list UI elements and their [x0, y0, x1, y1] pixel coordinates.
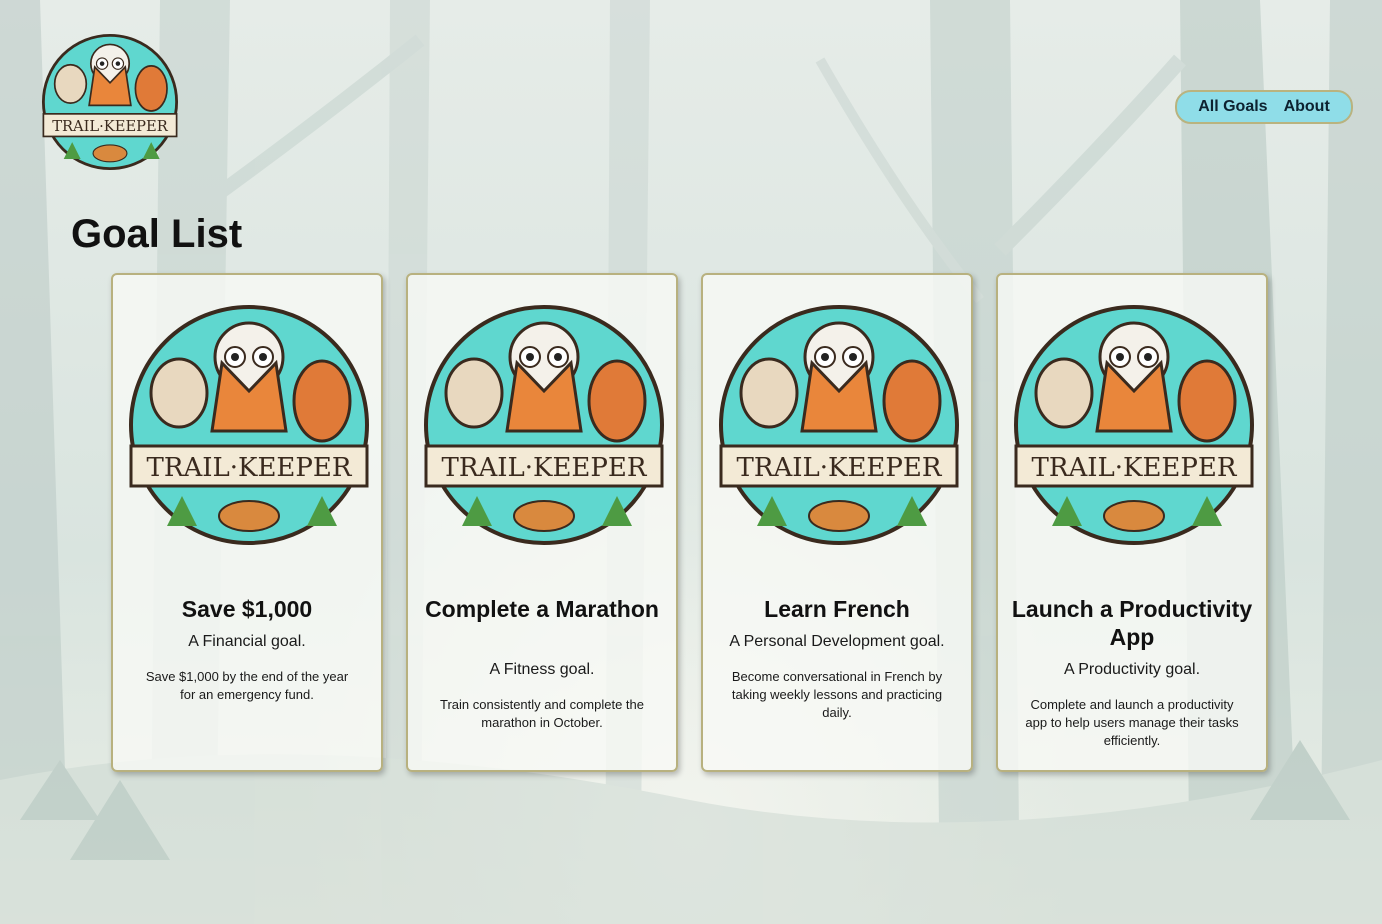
goal-category: A Fitness goal. — [489, 661, 595, 678]
goal-card[interactable]: TRAIL·KEEPER Complete a Marathon A Fitne… — [406, 273, 678, 772]
goal-title: Complete a Marathon — [425, 596, 659, 622]
goal-category: A Personal Development goal. — [729, 633, 945, 650]
svg-text:TRAIL·KEEPER: TRAIL·KEEPER — [1032, 453, 1238, 483]
goal-title: Learn French — [764, 596, 910, 622]
nav-about-link[interactable]: About — [1284, 98, 1330, 116]
goal-title: Launch a Productivity App — [1011, 596, 1253, 650]
goal-badge-icon: TRAIL·KEEPER — [719, 305, 959, 545]
nav-all-goals-link[interactable]: All Goals — [1198, 98, 1267, 116]
goal-card[interactable]: TRAIL·KEEPER Learn French A Personal Dev… — [701, 273, 973, 772]
svg-text:TRAIL·KEEPER: TRAIL·KEEPER — [147, 453, 353, 483]
goal-card[interactable]: TRAIL·KEEPER Save $1,000 A Financial goa… — [111, 273, 383, 772]
goal-title: Save $1,000 — [181, 596, 313, 622]
goal-description: Save $1,000 by the end of the year for a… — [145, 669, 349, 702]
svg-text:TRAIL·KEEPER: TRAIL·KEEPER — [442, 453, 648, 483]
goal-description: Train consistently and complete the mara… — [439, 697, 644, 730]
logo-badge-icon: TRAIL·KEEPER — [41, 33, 179, 171]
svg-text:TRAIL·KEEPER: TRAIL·KEEPER — [737, 453, 943, 483]
goal-badge-icon: TRAIL·KEEPER — [129, 305, 369, 545]
page-title: Goal List — [71, 212, 243, 256]
goal-badge-icon: TRAIL·KEEPER — [424, 305, 664, 545]
trail-keeper-logo[interactable]: TRAIL·KEEPER — [40, 32, 180, 172]
main-nav: All Goals About — [1175, 90, 1353, 124]
goal-description: Complete and launch a productivity app t… — [1025, 697, 1239, 748]
goal-category: A Financial goal. — [188, 633, 306, 650]
goal-badge-icon: TRAIL·KEEPER — [1014, 305, 1254, 545]
goal-card[interactable]: TRAIL·KEEPER Launch a Productivity App A… — [996, 273, 1268, 772]
goal-category: A Productivity goal. — [1063, 661, 1201, 678]
goal-description: Become conversational in French by takin… — [731, 669, 943, 720]
svg-text:TRAIL·KEEPER: TRAIL·KEEPER — [52, 118, 168, 135]
